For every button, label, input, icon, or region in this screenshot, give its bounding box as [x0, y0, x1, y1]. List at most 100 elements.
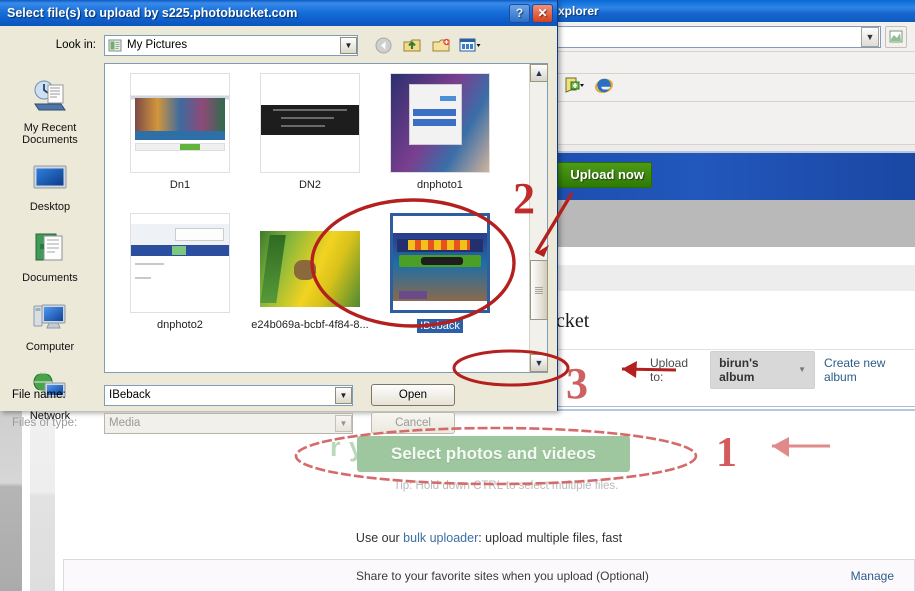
bulk-uploader-row: Use our bulk uploader: upload multiple f…	[63, 531, 915, 555]
file-list-scrollbar[interactable]: ▲ ▼	[529, 64, 548, 372]
list-item[interactable]: dnphoto2	[115, 213, 245, 353]
documents-icon-svg	[35, 233, 63, 261]
list-item-label-selected: IBeback	[417, 319, 463, 333]
files-of-type-label: Files of type:	[12, 417, 78, 429]
views-icon[interactable]	[459, 35, 481, 55]
ie-icon-svg	[595, 78, 613, 94]
page-gutter-gap-1	[22, 411, 30, 591]
list-item[interactable]: IBeback	[375, 213, 505, 353]
sidebar-item-computer[interactable]: Computer	[4, 302, 96, 353]
list-item-label: DN2	[298, 179, 321, 191]
file-name-value: IBeback	[109, 389, 151, 401]
dialog-toolbar	[358, 35, 481, 55]
desktop-icon-svg	[33, 165, 67, 189]
list-item[interactable]: e24b069a-bcbf-4f84-8...	[245, 213, 375, 353]
sidebar-item-recent-documents[interactable]: My Recent Documents	[4, 79, 96, 146]
dialog-title-bar[interactable]: Select file(s) to upload by s225.photobu…	[0, 0, 557, 26]
new-tab-icon-svg	[565, 77, 584, 93]
open-button[interactable]: Open	[371, 384, 455, 406]
files-of-type-value: Media	[109, 417, 141, 429]
go-page-icon[interactable]	[885, 25, 907, 48]
bulk-suffix: : upload multiple files, fast	[478, 531, 623, 545]
folder-icon	[108, 39, 122, 52]
list-item-label: Dn1	[169, 179, 191, 191]
page-title: cket	[556, 310, 590, 332]
bulk-prefix: Use our	[355, 531, 404, 545]
browser-toolbar-strip	[556, 74, 915, 102]
desktop-icon	[31, 164, 69, 199]
places-bar: My Recent Documents Desktop Documents Co…	[0, 63, 100, 422]
dialog-body: Look in: My Pictures ▼ My Recent Documen…	[0, 26, 558, 434]
cancel-button[interactable]: Cancel	[371, 412, 455, 434]
scroll-up-icon[interactable]: ▲	[530, 64, 548, 82]
file-name-label: File name:	[12, 389, 66, 401]
manage-link[interactable]: Manage	[851, 569, 894, 583]
scroll-down-icon[interactable]: ▼	[530, 354, 548, 372]
photobucket-gray-band	[556, 200, 915, 247]
look-in-row: Look in: My Pictures ▼	[0, 32, 558, 58]
sidebar-item-desktop[interactable]: Desktop	[4, 164, 96, 213]
chevron-down-icon[interactable]: ▼	[335, 414, 352, 432]
thumbnail	[260, 73, 360, 173]
tip-text: Tip: Hold down CTRL to select multiple f…	[393, 480, 619, 492]
back-icon[interactable]	[372, 35, 394, 55]
list-item-label: dnphoto2	[157, 319, 203, 331]
browser-strip-edge	[556, 145, 915, 153]
share-panel: Share to your favorite sites when you up…	[63, 559, 915, 591]
file-name-input[interactable]: IBeback ▼	[104, 384, 353, 406]
album-select-value: birun's album	[719, 355, 759, 384]
thumbnail-image	[131, 214, 229, 312]
list-item[interactable]: dnphoto1	[375, 73, 505, 213]
sidebar-item-documents[interactable]: Documents	[4, 231, 96, 284]
sidebar-item-label: My Recent Documents	[22, 122, 78, 146]
share-panel-text: Share to your favorite sites when you up…	[356, 568, 649, 583]
views-icon-svg	[459, 38, 481, 51]
select-photos-and-videos-button[interactable]: Select photos and videos	[357, 436, 630, 472]
upload-now-button[interactable]: Upload now	[544, 162, 652, 188]
list-item[interactable]: Dn1	[115, 73, 245, 213]
dialog-title-text: Select file(s) to upload by s225.photobu…	[7, 6, 298, 20]
address-bar-row: ▼	[556, 22, 915, 52]
page-gutter-inner	[30, 411, 55, 591]
new-folder-icon[interactable]	[430, 35, 452, 55]
chevron-down-icon[interactable]: ▼	[340, 36, 357, 54]
sidebar-item-label: Desktop	[29, 201, 71, 213]
chevron-down-icon[interactable]: ▼	[335, 386, 352, 404]
album-select[interactable]: birun's album ▼	[710, 350, 816, 389]
photobucket-blue-bar: Upload now	[544, 153, 915, 200]
list-item[interactable]: DN2	[245, 73, 375, 213]
thumbnail	[130, 213, 230, 313]
sidebar-item-label: Computer	[25, 341, 75, 353]
file-name-row: File name: IBeback ▼ Open	[0, 383, 558, 407]
scrollbar-grip	[535, 286, 543, 294]
computer-icon	[31, 302, 69, 339]
up-one-level-icon[interactable]	[401, 35, 423, 55]
files-of-type-select[interactable]: Media ▼	[104, 412, 353, 434]
computer-icon-svg	[33, 304, 66, 329]
new-tab-icon[interactable]	[564, 76, 584, 99]
photobucket-light-band	[556, 265, 915, 291]
look-in-combo[interactable]: My Pictures ▼	[104, 34, 358, 56]
help-button[interactable]: ?	[509, 3, 530, 23]
thumbnail	[260, 213, 360, 313]
recent-documents-icon-svg	[34, 80, 66, 111]
close-icon[interactable]: ✕	[532, 3, 553, 23]
chevron-down-icon[interactable]: ▼	[861, 26, 879, 47]
internet-explorer-icon[interactable]	[594, 76, 614, 99]
go-icon-svg	[889, 30, 903, 43]
thumbnail-image	[131, 74, 229, 172]
chevron-down-icon: ▼	[798, 365, 807, 374]
address-input[interactable]: ▼	[556, 25, 881, 48]
thumbnail	[130, 73, 230, 173]
scrollbar-thumb[interactable]	[530, 260, 548, 320]
page-gutter-gap-2	[55, 411, 63, 591]
bulk-uploader-link[interactable]: bulk uploader	[403, 531, 478, 545]
up-icon-svg	[403, 39, 420, 51]
file-upload-dialog: Select file(s) to upload by s225.photobu…	[0, 0, 558, 434]
sidebar-item-label: Documents	[22, 272, 78, 284]
back-icon-svg	[375, 37, 391, 53]
folder-icon-svg	[108, 39, 122, 51]
thumbnail-image	[260, 231, 360, 307]
create-new-album-link[interactable]: Create new album	[824, 356, 915, 384]
file-list-pane: Dn1 DN2 dnphoto1 dnphoto2 e24b069a-bcbf-…	[104, 63, 548, 373]
